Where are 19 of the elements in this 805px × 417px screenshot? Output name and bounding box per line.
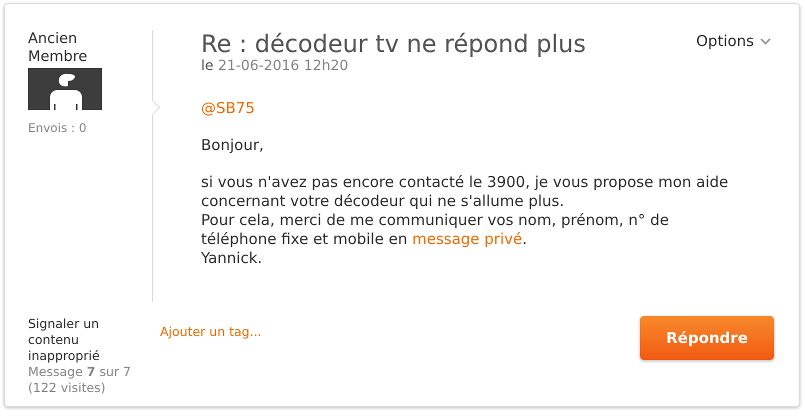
chevron-down-icon: [760, 38, 771, 44]
signature: Yannick.: [201, 249, 264, 268]
avatar-icon: [28, 68, 102, 110]
options-dropdown[interactable]: Options: [696, 32, 771, 50]
message-paragraph: Bonjour,: [201, 136, 265, 155]
message-paragraph: Pour cela, merci de me communiquer vos nom, prénom, n° de téléphone fixe et mobile en message privé.: [201, 211, 670, 249]
post-date: 21-06-2016 12h20: [218, 58, 348, 74]
mention-link[interactable]: @SB75: [201, 99, 255, 118]
post-title: Re : décodeur tv ne répond plus: [201, 30, 586, 58]
message-paragraph: si vous n'avez pas encore contacté le 3900, je vous propose mon aide concernant votre décodeur qui ne s'allume plus.: [201, 173, 730, 211]
private-message-link[interactable]: message privé: [412, 230, 522, 248]
reply-button[interactable]: Répondre: [640, 316, 774, 360]
author-name[interactable]: Ancien Membre: [28, 30, 118, 66]
add-tag-link[interactable]: Ajouter un tag...: [160, 324, 640, 339]
message-count: Message 7 sur 7: [28, 364, 132, 380]
post-count: Envois : 0: [28, 121, 88, 135]
visit-count: (122 visites): [28, 380, 107, 396]
date-label: le: [201, 58, 214, 74]
report-link[interactable]: Signaler un contenu inapproprié: [28, 316, 118, 364]
